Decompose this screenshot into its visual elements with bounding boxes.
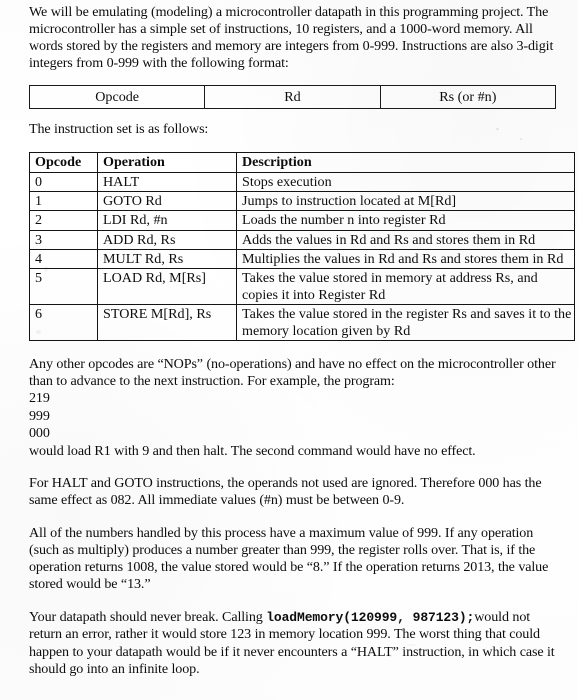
- cell-description: Adds the values in Rd and Rs and stores …: [236, 229, 575, 250]
- cell-description: Jumps to instruction located at M[Rd]: [236, 191, 575, 212]
- table-row: Opcode Rd Rs (or #n): [29, 85, 556, 109]
- table-row: 1 GOTO Rd Jumps to instruction located a…: [29, 191, 575, 212]
- cell-opcode: 5: [29, 268, 98, 306]
- example-program-line-2: 999: [29, 407, 50, 424]
- document-body: We will be emulating (modeling) a microc…: [29, 0, 575, 678]
- cell-description: Multiplies the values in Rd and Rs and s…: [236, 248, 575, 270]
- cell-opcode: 3: [29, 229, 98, 250]
- table-row: 5 LOAD Rd, M[Rs] Takes the value stored …: [29, 268, 575, 306]
- intro-paragraph: We will be emulating (modeling) a microc…: [29, 4, 554, 72]
- cell-description: Takes the value stored in memory at addr…: [236, 268, 575, 306]
- example-program-line-3: 000: [29, 425, 50, 442]
- robustness-paragraph: Your datapath should never break. Callin…: [29, 609, 556, 677]
- column-header-operation: Operation: [97, 152, 237, 173]
- cell-operation: GOTO Rd: [97, 191, 237, 212]
- cell-operation: MULT Rd, Rs: [97, 248, 237, 270]
- instruction-format-table: Opcode Rd Rs (or #n): [29, 85, 556, 110]
- table-row: 6 STORE M[Rd], Rs Takes the value stored…: [29, 304, 575, 342]
- instruction-set-lead-in: The instruction set is as follows:: [29, 121, 209, 138]
- cell-operation: LOAD Rd, M[Rs]: [97, 268, 237, 306]
- table-row: 4 MULT Rd, Rs Multiplies the values in R…: [29, 248, 575, 270]
- format-cell-rd: Rd: [204, 85, 381, 109]
- table-row: 2 LDI Rd, #n Loads the number n into reg…: [29, 210, 575, 231]
- cell-opcode: 6: [29, 304, 98, 342]
- cell-operation: ADD Rd, Rs: [97, 229, 237, 250]
- column-header-opcode: Opcode: [29, 152, 98, 173]
- example-program-line-1: 219: [29, 390, 50, 407]
- cell-opcode: 0: [29, 171, 98, 193]
- robustness-text-before-code: Your datapath should never break. Callin…: [29, 609, 267, 626]
- table-row: 0 HALT Stops execution: [29, 171, 575, 193]
- operands-paragraph: For HALT and GOTO instructions, the oper…: [29, 474, 542, 508]
- cell-operation: STORE M[Rd], Rs: [97, 304, 237, 342]
- cell-opcode: 4: [29, 248, 98, 270]
- cell-description: Takes the value stored in the register R…: [236, 304, 575, 342]
- cell-opcode: 1: [29, 191, 98, 212]
- instruction-set-table: Opcode Operation Description 0 HALT Stop…: [29, 152, 575, 342]
- format-cell-rs: Rs (or #n): [379, 85, 556, 109]
- table-header-row: Opcode Operation Description: [29, 152, 575, 173]
- cell-description: Loads the number n into register Rd: [236, 210, 575, 231]
- table-row: 3 ADD Rd, Rs Adds the values in Rd and R…: [29, 229, 575, 250]
- nop-paragraph: Any other opcodes are “NOPs” (no-operati…: [29, 356, 556, 390]
- rollover-paragraph: All of the numbers handled by this proce…: [29, 524, 549, 593]
- load-memory-code-snippet: loadMemory(120999, 987123);: [266, 610, 475, 626]
- cell-operation: HALT: [97, 171, 237, 193]
- cell-operation: LDI Rd, #n: [97, 210, 237, 231]
- cell-opcode: 2: [29, 210, 98, 231]
- cell-description: Stops execution: [236, 171, 575, 193]
- format-cell-opcode: Opcode: [29, 85, 206, 109]
- column-header-description: Description: [236, 152, 575, 173]
- example-result-line: would load R1 with 9 and then halt. The …: [29, 442, 476, 459]
